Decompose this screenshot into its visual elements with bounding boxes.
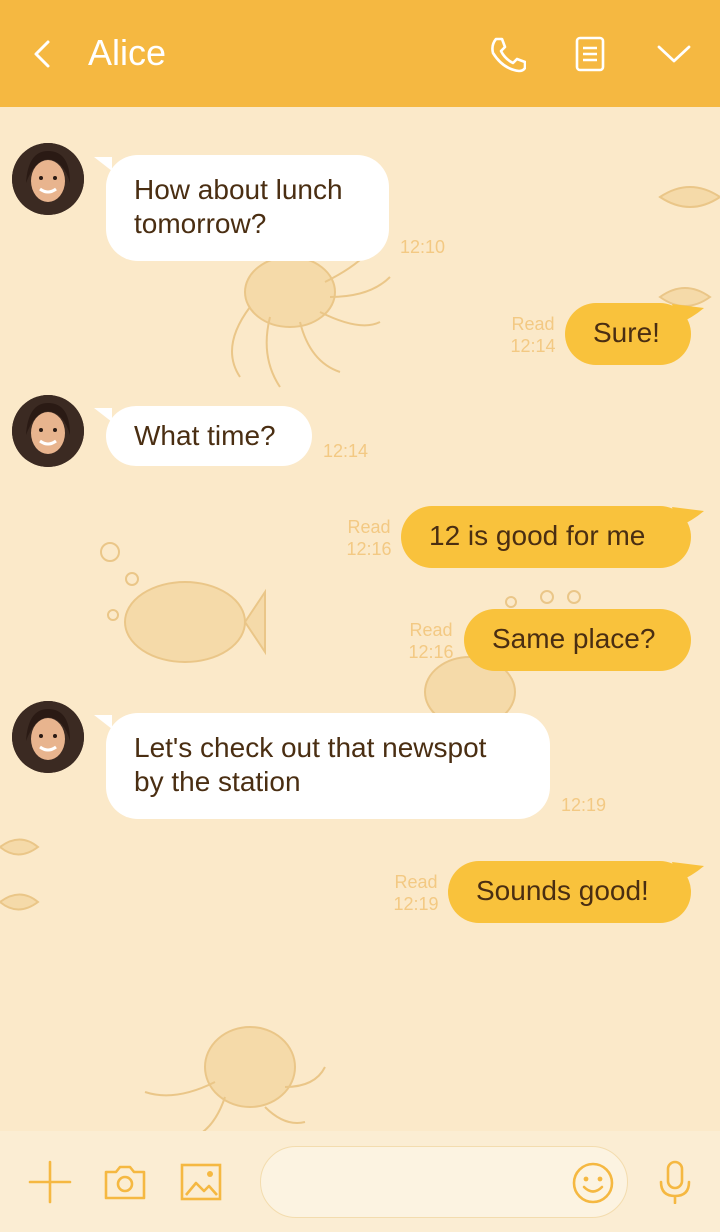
bubble-tail [672,304,704,324]
message-meta: Read 12:19 [391,871,441,915]
message-bubble-incoming[interactable]: Let's check out that newspot by the stat… [106,713,550,819]
message-meta: Read 12:16 [406,619,456,663]
message-meta: Read 12:14 [508,313,558,357]
chat-title: Alice [88,32,167,73]
avatar[interactable] [12,701,84,773]
bubble-tail [94,157,112,171]
image-icon[interactable] [179,1160,223,1204]
avatar[interactable] [12,395,84,467]
message-bubble-outgoing[interactable]: Sounds good! [448,861,691,923]
message-time: 12:14 [323,441,369,461]
message-time: 12:14 [510,336,556,356]
message-bubble-incoming[interactable]: What time? [106,406,312,466]
message-bubble-outgoing[interactable]: 12 is good for me [401,506,691,568]
smiley-icon[interactable] [571,1161,615,1205]
read-receipt: Read [394,872,438,892]
message-bubble-incoming[interactable]: How about lunch tomorrow? [106,155,389,261]
read-receipt: Read [347,517,391,537]
message-meta: Read 12:16 [344,516,394,560]
chat-header: Alice [0,0,720,107]
phone-icon[interactable] [486,34,527,74]
bubble-tail [672,862,704,882]
camera-icon[interactable] [103,1160,147,1204]
message-bubble-outgoing[interactable]: Same place? [464,609,691,671]
plus-icon[interactable] [28,1160,72,1204]
read-receipt: Read [409,620,453,640]
back-icon[interactable] [28,36,58,72]
message-time: 12:16 [346,539,392,559]
chevron-down-icon[interactable] [654,34,694,74]
message-time: 12:10 [400,237,446,257]
microphone-icon[interactable] [653,1160,697,1205]
message-time: 12:19 [561,795,607,815]
document-icon[interactable] [570,34,610,74]
avatar[interactable] [12,143,84,215]
bubble-tail [94,715,112,729]
message-time: 12:16 [408,642,454,662]
message-time: 12:19 [393,894,439,914]
read-receipt: Read [511,314,555,334]
bubble-tail [672,507,704,527]
